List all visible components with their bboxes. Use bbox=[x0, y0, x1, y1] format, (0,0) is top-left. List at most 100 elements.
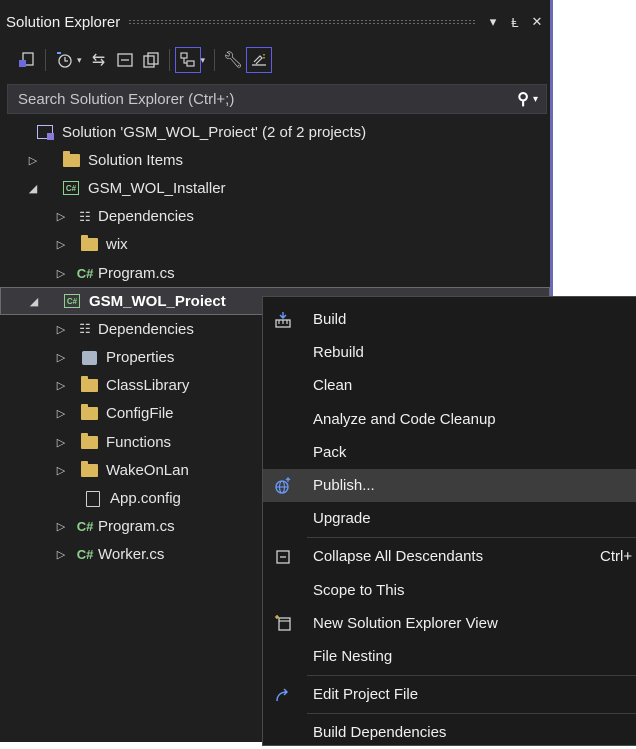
toolbar-separator bbox=[45, 49, 46, 71]
expand-arrow-icon[interactable]: ▷ bbox=[26, 154, 40, 167]
menu-item-scope-to-this[interactable]: Scope to This bbox=[263, 574, 636, 607]
toolbar-separator bbox=[168, 49, 170, 71]
menu-item-collapse-all-descendants[interactable]: Collapse All Descendants Ctrl+ bbox=[263, 540, 636, 573]
switch-views-icon[interactable] bbox=[14, 47, 40, 73]
tree-item-installer-program-cs[interactable]: ▷ C# Program.cs bbox=[0, 259, 550, 287]
edit-redirect-arrow-icon bbox=[263, 686, 303, 704]
search-options-dropdown-icon[interactable]: ▾ bbox=[533, 94, 538, 105]
menu-separator bbox=[307, 537, 636, 539]
collapse-arrow-icon[interactable]: ◢ bbox=[26, 182, 40, 195]
tree-item-solution[interactable]: Solution 'GSM_WOL_Proiect' (2 of 2 proje… bbox=[0, 118, 550, 146]
menu-item-label: Edit Project File bbox=[313, 686, 419, 704]
expand-arrow-icon[interactable]: ▷ bbox=[54, 267, 68, 280]
project-context-menu: Build Rebuild Clean Analyze and Code Cle… bbox=[262, 296, 636, 746]
csharp-file-icon: C# bbox=[76, 519, 94, 535]
tree-item-label: Program.cs bbox=[98, 518, 175, 536]
properties-icon bbox=[78, 349, 100, 367]
tree-item-label: Worker.cs bbox=[98, 546, 165, 564]
expand-arrow-icon[interactable]: ▷ bbox=[54, 210, 68, 223]
solution-icon bbox=[34, 123, 56, 141]
collapse-arrow-icon[interactable]: ◢ bbox=[27, 295, 41, 308]
titlebar-grip[interactable] bbox=[128, 19, 476, 25]
collapse-all-icon bbox=[263, 549, 303, 565]
menu-item-label: Rebuild bbox=[313, 344, 364, 362]
show-all-files-icon[interactable] bbox=[138, 47, 164, 73]
menu-item-label: Pack bbox=[313, 443, 347, 461]
menu-item-build-dependencies[interactable]: Build Dependencies bbox=[263, 716, 636, 749]
toolbar-separator bbox=[214, 49, 216, 71]
tree-item-label: Solution 'GSM_WOL_Proiect' (2 of 2 proje… bbox=[62, 123, 367, 141]
properties-wrench-icon[interactable]: 🔧︎ bbox=[220, 47, 246, 73]
tree-item-label: GSM_WOL_Proiect bbox=[89, 292, 226, 310]
search-solution-explorer[interactable]: ⚲ ▾ bbox=[7, 84, 547, 114]
expand-arrow-icon[interactable]: ▷ bbox=[54, 436, 68, 449]
tree-item-wix-folder[interactable]: ▷ wix bbox=[0, 231, 550, 259]
tree-item-installer-project[interactable]: ◢ C# GSM_WOL_Installer bbox=[0, 174, 550, 202]
new-view-icon bbox=[263, 614, 303, 632]
menu-item-clean[interactable]: Clean bbox=[263, 369, 636, 402]
menu-item-label: Publish... bbox=[313, 477, 375, 495]
csharp-file-icon: C# bbox=[76, 547, 94, 563]
folder-icon bbox=[78, 235, 100, 254]
menu-item-publish[interactable]: Publish... bbox=[263, 468, 636, 503]
view-dropdown-icon[interactable]: ▾ bbox=[201, 55, 206, 66]
folder-icon bbox=[60, 150, 82, 169]
csharp-project-icon: C# bbox=[61, 292, 83, 310]
menu-item-build[interactable]: Build bbox=[263, 303, 636, 336]
menu-item-label: Build Dependencies bbox=[313, 724, 447, 742]
menu-item-label: Upgrade bbox=[313, 510, 371, 528]
tree-item-label: wix bbox=[106, 236, 128, 254]
globe-publish-icon bbox=[263, 476, 303, 495]
pending-filter-dropdown-icon[interactable]: ▾ bbox=[77, 55, 82, 66]
csharp-file-icon: C# bbox=[76, 265, 94, 281]
build-icon bbox=[263, 311, 303, 329]
menu-separator bbox=[307, 675, 636, 677]
tree-item-label: App.config bbox=[110, 490, 181, 508]
window-position-dropdown-icon[interactable]: ▾ bbox=[484, 14, 502, 30]
menu-item-pack[interactable]: Pack bbox=[263, 436, 636, 469]
menu-item-label: Build bbox=[313, 311, 347, 329]
pin-icon[interactable]: Ⱡ bbox=[506, 15, 524, 30]
expand-arrow-icon[interactable]: ▷ bbox=[54, 548, 68, 561]
dependencies-icon: ☷ bbox=[79, 208, 91, 224]
menu-item-label: Analyze and Code Cleanup bbox=[313, 410, 496, 428]
show-file-preview-icon[interactable] bbox=[246, 47, 273, 73]
tree-item-label: ClassLibrary bbox=[106, 377, 190, 395]
menu-item-file-nesting[interactable]: File Nesting bbox=[263, 640, 636, 673]
sync-with-active-document-icon[interactable]: ⇆ bbox=[86, 47, 112, 73]
menu-item-label: New Solution Explorer View bbox=[313, 614, 498, 632]
menu-item-edit-project-file[interactable]: Edit Project File bbox=[263, 678, 636, 711]
tree-item-label: Properties bbox=[106, 349, 175, 367]
menu-separator bbox=[307, 713, 636, 715]
csharp-project-icon: C# bbox=[60, 179, 82, 197]
expand-arrow-icon[interactable]: ▷ bbox=[54, 238, 68, 251]
pending-changes-filter-icon[interactable] bbox=[51, 47, 77, 73]
menu-item-label: Collapse All Descendants bbox=[313, 548, 484, 566]
expand-arrow-icon[interactable]: ▷ bbox=[54, 351, 68, 364]
menu-item-analyze-code-cleanup[interactable]: Analyze and Code Cleanup bbox=[263, 403, 636, 436]
expand-arrow-icon[interactable]: ▷ bbox=[54, 520, 68, 533]
collapse-all-icon[interactable] bbox=[112, 47, 138, 73]
tree-item-installer-dependencies[interactable]: ▷ ☷ Dependencies bbox=[0, 203, 550, 231]
tree-item-label: GSM_WOL_Installer bbox=[88, 179, 226, 197]
tree-item-solution-items[interactable]: ▷ Solution Items bbox=[0, 146, 550, 174]
menu-item-upgrade[interactable]: Upgrade bbox=[263, 502, 636, 535]
folder-icon bbox=[78, 432, 100, 451]
menu-item-new-solution-explorer-view[interactable]: New Solution Explorer View bbox=[263, 607, 636, 640]
tree-item-label: ConfigFile bbox=[106, 405, 174, 423]
preview-selected-items-icon[interactable] bbox=[174, 47, 201, 73]
search-icon[interactable]: ⚲ bbox=[517, 89, 529, 109]
expand-arrow-icon[interactable]: ▷ bbox=[54, 464, 68, 477]
tree-item-label: Program.cs bbox=[98, 264, 175, 282]
search-input[interactable] bbox=[16, 89, 518, 109]
menu-item-label: Scope to This bbox=[313, 581, 405, 599]
expand-arrow-icon[interactable]: ▷ bbox=[54, 407, 68, 420]
panel-titlebar: Solution Explorer ▾ Ⱡ ✕ bbox=[0, 8, 550, 36]
dependencies-icon: ☷ bbox=[79, 321, 91, 337]
expand-arrow-icon[interactable]: ▷ bbox=[54, 379, 68, 392]
folder-icon bbox=[78, 460, 100, 479]
menu-item-rebuild[interactable]: Rebuild bbox=[263, 336, 636, 369]
expand-arrow-icon[interactable]: ▷ bbox=[54, 323, 68, 336]
menu-item-label: Clean bbox=[313, 377, 353, 395]
close-icon[interactable]: ✕ bbox=[528, 14, 546, 30]
